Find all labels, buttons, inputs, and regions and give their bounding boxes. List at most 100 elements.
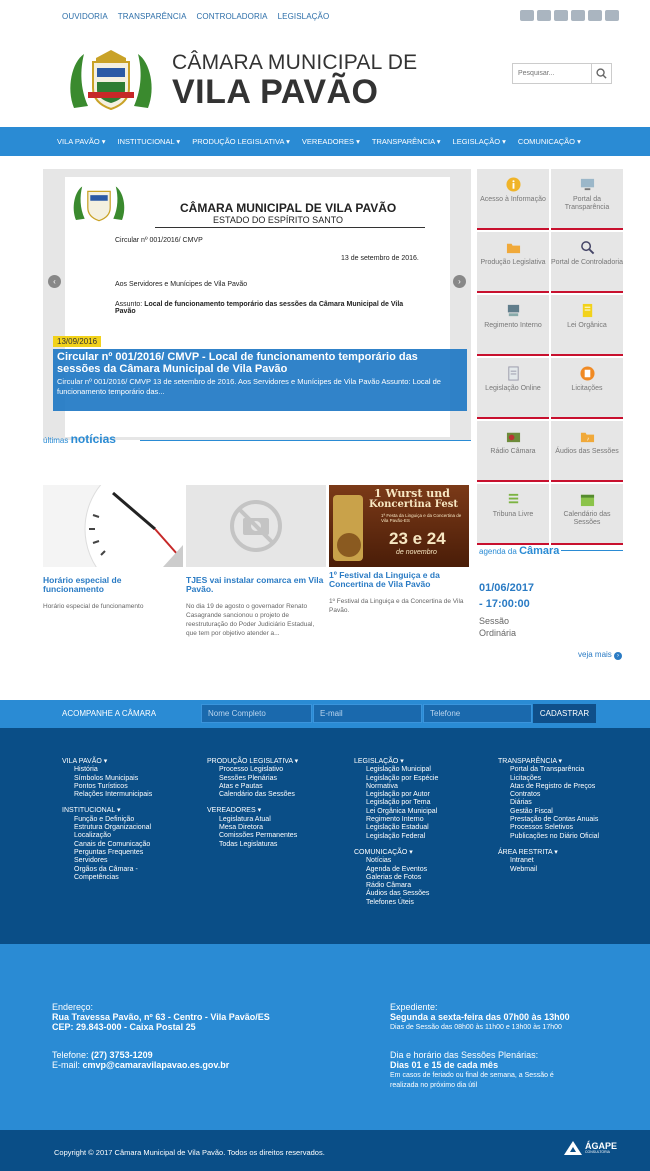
footer-link[interactable]: Legislação Federal — [354, 833, 438, 841]
top-link-transparencia[interactable]: TRANSPARÊNCIA — [118, 12, 187, 21]
tile-lei-organica[interactable]: Lei Orgânica — [551, 295, 623, 356]
news-title[interactable]: Horário especial de funcionamento — [43, 576, 183, 594]
footer-link[interactable]: História — [62, 766, 152, 774]
footer-link[interactable]: Agenda de Eventos — [354, 866, 438, 874]
footer-link[interactable]: Notícias — [354, 857, 438, 865]
tile-audios-sessoes[interactable]: ♪ Áudios das Sessões — [551, 421, 623, 482]
keyboard-icon[interactable] — [588, 10, 602, 21]
footer-heading[interactable]: VILA PAVÃO ▾ — [62, 758, 152, 766]
nav-item-institucional[interactable]: INSTITUCIONAL ▾ — [118, 137, 181, 146]
footer-link[interactable]: Processo Legislativo — [207, 766, 298, 774]
footer-heading[interactable]: COMUNICAÇÃO ▾ — [354, 849, 438, 857]
nav-item-comunicacao[interactable]: COMUNICAÇÃO ▾ — [518, 137, 581, 146]
footer-link[interactable]: Legislação por Espécie — [354, 775, 438, 783]
footer-link[interactable]: Telefones Úteis — [354, 899, 438, 907]
agenda-date[interactable]: 01/06/2017- 17:00:00 — [479, 580, 534, 612]
tile-radio-camara[interactable]: Rádio Câmara — [477, 421, 549, 482]
footer-link[interactable]: Sessões Plenárias — [207, 775, 298, 783]
coat-of-arms-logo[interactable] — [66, 48, 156, 110]
footer-link[interactable]: Localização — [62, 832, 152, 840]
footer-link[interactable]: Portal da Transparência — [498, 766, 599, 774]
search-input[interactable] — [513, 64, 591, 83]
footer-link[interactable]: Áudios das Sessões — [354, 890, 438, 898]
footer-link[interactable]: Atas de Registro de Preços — [498, 783, 599, 791]
tile-portal-transparencia[interactable]: Portal da Transparência — [551, 169, 623, 230]
footer-link[interactable]: Regimento Interno — [354, 816, 438, 824]
nav-item-transparencia[interactable]: TRANSPARÊNCIA ▾ — [372, 137, 441, 146]
top-link-ouvidoria[interactable]: OUVIDORIA — [62, 12, 108, 21]
register-button[interactable]: CADASTRAR — [533, 704, 596, 723]
footer-heading[interactable]: INSTITUCIONAL ▾ — [62, 807, 152, 815]
slide-caption[interactable]: Circular nº 001/2016/ CMVP - Local de fu… — [53, 349, 467, 411]
footer-link[interactable]: Galerias de Fotos — [354, 874, 438, 882]
tile-calendario-sessoes[interactable]: Calendário das Sessões — [551, 484, 623, 545]
footer-link[interactable]: Servidores — [62, 857, 152, 865]
footer-link[interactable]: Função e Definição — [62, 816, 152, 824]
footer-link[interactable]: Prestação de Contas Anuais — [498, 816, 599, 824]
footer-heading[interactable]: PRODUÇÃO LEGISLATIVA ▾ — [207, 758, 298, 766]
nav-item-vila-pavao[interactable]: VILA PAVÃO ▾ — [57, 137, 106, 146]
footer-link[interactable]: Orgãos da Câmara - — [62, 866, 152, 874]
tile-regimento-interno[interactable]: Regimento Interno — [477, 295, 549, 356]
footer-link[interactable]: Competências — [62, 874, 152, 882]
tile-acesso-informacao[interactable]: Acesso à Informação — [477, 169, 549, 230]
nav-item-legislacao[interactable]: LEGISLAÇÃO ▾ — [453, 137, 506, 146]
tile-licitacoes[interactable]: Licitações — [551, 358, 623, 419]
font-decrease-icon[interactable] — [537, 10, 551, 21]
search-button[interactable] — [591, 64, 611, 83]
news-title[interactable]: TJES vai instalar comarca em Vila Pavão. — [186, 576, 326, 594]
tile-portal-controladoria[interactable]: Portal de Controladoria — [551, 232, 623, 293]
footer-link[interactable]: Diárias — [498, 799, 599, 807]
email[interactable]: E-mail: cmvp@camaravilapavao.es.gov.br — [52, 1060, 229, 1070]
tile-legislacao-online[interactable]: Legislação Online — [477, 358, 549, 419]
footer-heading[interactable]: TRANSPARÊNCIA ▾ — [498, 758, 599, 766]
footer-heading[interactable]: VEREADORES ▾ — [207, 807, 298, 815]
agape-logo[interactable]: ÁGAPE CONSULTORIA — [564, 1141, 617, 1155]
top-link-legislacao[interactable]: LEGISLAÇÃO — [278, 12, 330, 21]
news-card[interactable]: Horário especial de funcionamento Horári… — [43, 458, 226, 611]
footer-link[interactable]: Intranet — [498, 857, 599, 865]
footer-link[interactable]: Atas e Pautas — [207, 783, 298, 791]
footer-link[interactable]: Calendário das Sessões — [207, 791, 298, 799]
news-card[interactable]: TJES vai instalar comarca em Vila Pavão.… — [186, 485, 326, 638]
footer-link[interactable]: Publicações no Diário Oficial — [498, 833, 599, 841]
nav-item-vereadores[interactable]: VEREADORES ▾ — [302, 137, 360, 146]
tile-producao-legislativa[interactable]: Produção Legislativa — [477, 232, 549, 293]
font-increase-icon[interactable] — [520, 10, 534, 21]
footer-link[interactable]: Contratos — [498, 791, 599, 799]
footer-link[interactable]: Todas Legislaturas — [207, 841, 298, 849]
footer-link[interactable]: Legislação Municipal — [354, 766, 438, 774]
footer-link[interactable]: Legislação por Tema — [354, 799, 438, 807]
footer-link[interactable]: Licitações — [498, 775, 599, 783]
footer-link[interactable]: Legislação por Autor — [354, 791, 438, 799]
name-input[interactable]: Nome Completo — [201, 704, 312, 723]
footer-link[interactable]: Comissões Permanentes — [207, 832, 298, 840]
see-more-link[interactable]: veja mais › — [578, 650, 623, 660]
news-slider[interactable]: CÂMARA MUNICIPAL DE VILA PAVÃO ESTADO DO… — [43, 169, 471, 440]
accessibility-icon[interactable] — [571, 10, 585, 21]
slider-next-button[interactable]: › — [453, 275, 466, 288]
news-title[interactable]: 1º Festival da Linguiça e da Concertina … — [329, 571, 469, 589]
footer-link[interactable]: Normativa — [354, 783, 438, 791]
footer-heading[interactable]: LEGISLAÇÃO ▾ — [354, 758, 438, 766]
footer-link[interactable]: Pontos Turísticos — [62, 783, 152, 791]
email-input[interactable]: E-mail — [313, 704, 422, 723]
footer-link[interactable]: Mesa Diretora — [207, 824, 298, 832]
nav-item-producao-legislativa[interactable]: PRODUÇÃO LEGISLATIVA ▾ — [192, 137, 290, 146]
footer-link[interactable]: Perguntas Frequentes — [62, 849, 152, 857]
user-icon[interactable] — [605, 10, 619, 21]
footer-link[interactable]: Canais de Comunicação — [62, 841, 152, 849]
phone-input[interactable]: Telefone — [423, 704, 532, 723]
footer-link[interactable]: Gestão Fiscal — [498, 808, 599, 816]
footer-heading[interactable]: ÁREA RESTRITA ▾ — [498, 849, 599, 857]
footer-link[interactable]: Processos Seletivos — [498, 824, 599, 832]
news-card[interactable]: 1 Wurst und Koncertina Fest 1ª Festa da … — [329, 485, 469, 615]
footer-link[interactable]: Webmail — [498, 866, 599, 874]
footer-link[interactable]: Estrutura Organizacional — [62, 824, 152, 832]
top-link-controladoria[interactable]: CONTROLADORIA — [197, 12, 268, 21]
tile-tribuna-livre[interactable]: Tribuna Livre — [477, 484, 549, 545]
slider-prev-button[interactable]: ‹ — [48, 275, 61, 288]
footer-link[interactable]: Relações Intermunicipais — [62, 791, 152, 799]
footer-link[interactable]: Símbolos Municipais — [62, 775, 152, 783]
contrast-icon[interactable] — [554, 10, 568, 21]
